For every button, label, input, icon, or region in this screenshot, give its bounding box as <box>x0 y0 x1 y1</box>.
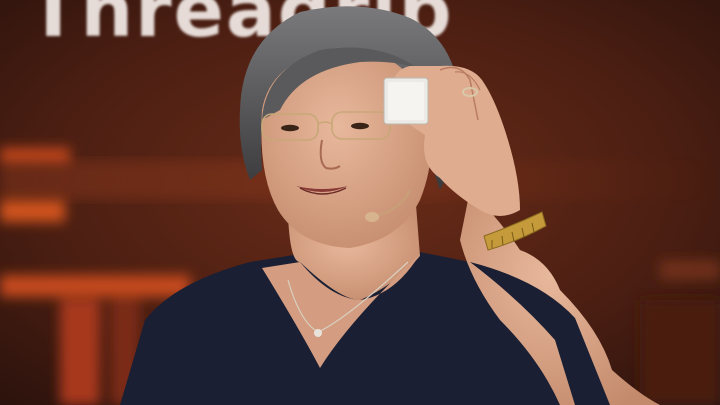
processor-chip <box>383 77 429 125</box>
presenter <box>120 6 660 405</box>
keynote-photo: Threadrip <box>0 0 720 405</box>
